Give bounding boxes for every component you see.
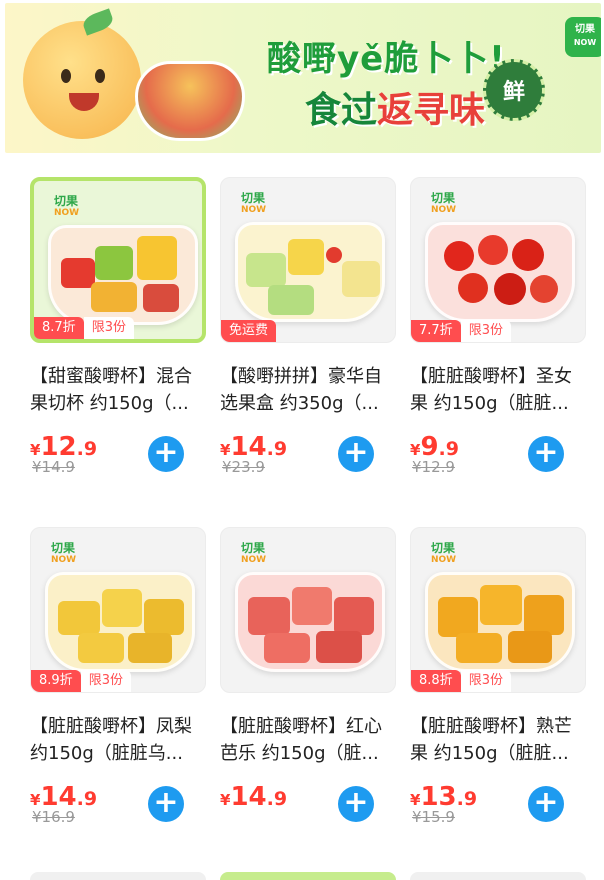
original-price: ¥23.9 — [222, 458, 265, 476]
discount-badge: 8.7折 — [34, 317, 84, 339]
limit-badge: 限3份 — [460, 320, 511, 342]
product-name[interactable]: 【脏脏酸嘢杯】圣女果 约150g（脏脏... — [410, 363, 588, 417]
product-image[interactable]: 切果 NOW 8.7折 限3份 — [30, 177, 206, 343]
product-image[interactable]: 切果 NOW 8.9折 限3份 — [30, 527, 206, 693]
free-shipping-badge: 免运费 — [221, 320, 277, 342]
product-name[interactable]: 【酸嘢拼拼】豪华自选果盒 约350g（... — [220, 363, 398, 417]
product-image[interactable]: 切果 NOW 7.7折 限3份 — [410, 177, 586, 343]
brand-logo: 切果 NOW — [54, 194, 80, 218]
brand-logo: 切果 NOW — [241, 191, 267, 215]
limit-badge: 限3份 — [83, 317, 134, 339]
original-price: ¥14.9 — [32, 458, 75, 476]
product-image[interactable]: 切果 NOW 免运费 — [220, 177, 396, 343]
add-to-cart-button[interactable]: + — [148, 786, 184, 822]
add-to-cart-button[interactable]: + — [338, 436, 374, 472]
add-to-cart-button[interactable]: + — [528, 786, 564, 822]
banner-subtitle: 食过返寻味 — [305, 90, 486, 131]
brand-logo: 切果 NOW — [565, 17, 601, 57]
limit-badge: 限3份 — [80, 670, 131, 692]
fruit-mascot-illustration — [23, 8, 141, 139]
product-image[interactable]: 切果 NOW 8.8折 限3份 — [410, 527, 586, 693]
product-name[interactable]: 【脏脏酸嘢杯】熟芒果 约150g（脏脏... — [410, 713, 588, 767]
brand-logo: 切果 NOW — [431, 191, 457, 215]
fruit-bowl-illustration — [135, 61, 245, 141]
banner-title: 酸嘢yě脆卜卜! — [267, 39, 506, 79]
discount-badge: 8.8折 — [411, 670, 461, 692]
product-name[interactable]: 【脏脏酸嘢杯】凤梨 约150g（脏脏乌... — [30, 713, 208, 767]
product-name[interactable]: 【脏脏酸嘢杯】红心芭乐 约150g（脏... — [220, 713, 398, 767]
add-to-cart-button[interactable]: + — [528, 436, 564, 472]
fresh-seal-icon: 鲜 — [483, 59, 545, 121]
original-price: ¥15.9 — [412, 808, 455, 826]
original-price: ¥12.9 — [412, 458, 455, 476]
original-price: ¥16.9 — [32, 808, 75, 826]
next-row-partial — [0, 872, 604, 880]
product-price: ¥14.9 — [220, 782, 288, 812]
discount-badge: 8.9折 — [31, 670, 81, 692]
brand-logo: 切果 NOW — [51, 541, 77, 565]
promo-banner[interactable]: 酸嘢yě脆卜卜! 食过返寻味 鲜 切果 NOW — [5, 3, 601, 153]
brand-logo: 切果 NOW — [241, 541, 267, 565]
add-to-cart-button[interactable]: + — [148, 436, 184, 472]
product-name[interactable]: 【甜蜜酸嘢杯】混合果切杯 约150g（... — [30, 363, 208, 417]
discount-badge: 7.7折 — [411, 320, 461, 342]
brand-logo: 切果 NOW — [431, 541, 457, 565]
limit-badge: 限3份 — [460, 670, 511, 692]
product-image[interactable]: 切果 NOW — [220, 527, 396, 693]
add-to-cart-button[interactable]: + — [338, 786, 374, 822]
